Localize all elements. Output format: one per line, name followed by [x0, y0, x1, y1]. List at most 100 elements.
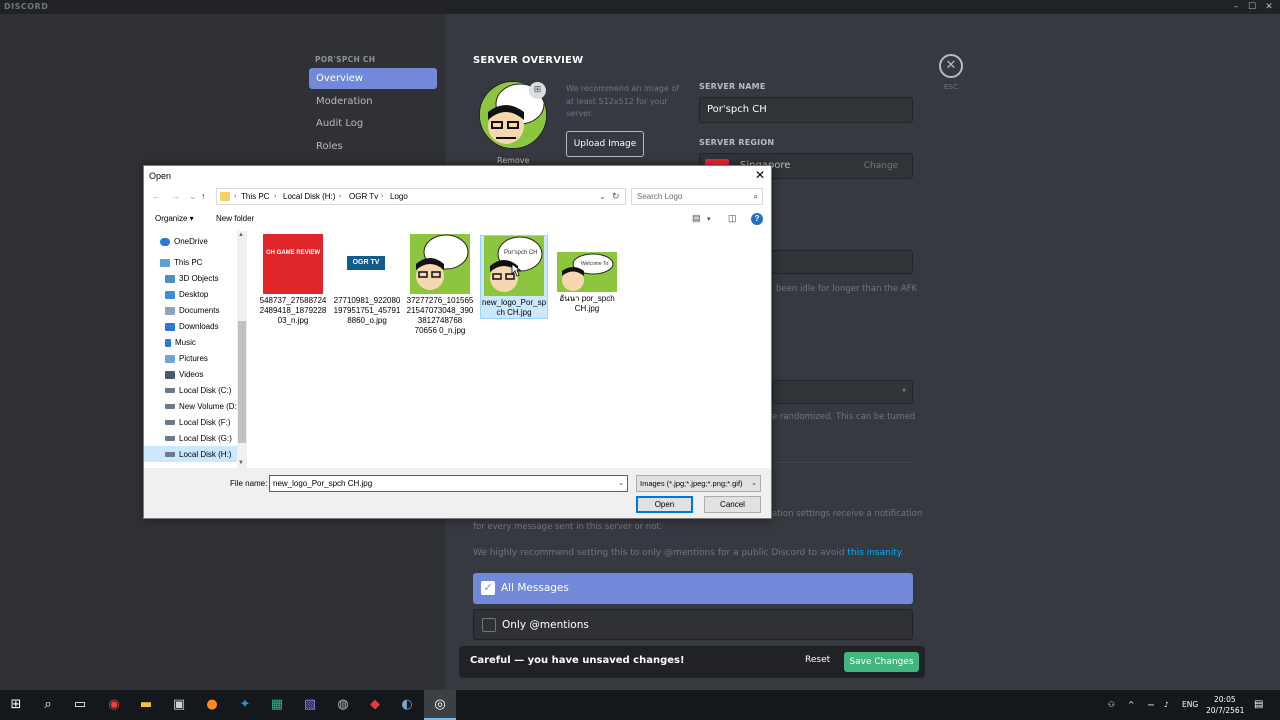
- server-name-input[interactable]: Por'spch CH: [699, 97, 913, 123]
- notification-description: ation settings receive a notification: [772, 509, 923, 519]
- file-name-label: File name:: [230, 479, 268, 488]
- file-item-selected[interactable]: Por'spch CH new_logo_Por_sp ch CH.jpg: [480, 235, 548, 319]
- nav-item-onedrive[interactable]: OneDrive: [160, 237, 208, 246]
- cancel-button[interactable]: Cancel: [704, 496, 761, 513]
- breadcrumb-this-pc[interactable]: This PC: [241, 189, 269, 204]
- back-arrow-icon[interactable]: ←: [152, 191, 161, 201]
- volume-icon[interactable]: ♪: [1164, 700, 1169, 709]
- sidebar-item-moderation[interactable]: Moderation: [309, 91, 437, 112]
- nav-scrollbar[interactable]: ▲ ▼: [237, 231, 247, 468]
- sidebar-item-audit-log[interactable]: Audit Log: [309, 113, 437, 134]
- reset-button[interactable]: Reset: [805, 655, 830, 665]
- nav-item-local-disk-c[interactable]: Local Disk (C:): [165, 386, 231, 395]
- file-thumbnail: [410, 234, 470, 294]
- dialog-close-icon[interactable]: ✕: [755, 168, 765, 182]
- breadcrumb-local-disk-h[interactable]: Local Disk (H:): [283, 189, 335, 204]
- insanity-link[interactable]: this insanity: [847, 548, 900, 558]
- chevron-down-icon[interactable]: ⌄: [599, 189, 606, 204]
- nav-item-pictures[interactable]: Pictures: [165, 354, 208, 363]
- nav-item-music[interactable]: Music: [165, 338, 196, 347]
- chevron-down-icon[interactable]: ▾: [707, 215, 711, 223]
- network-icon[interactable]: ⎓: [1148, 700, 1154, 710]
- option-only-mentions[interactable]: Only @mentions: [473, 609, 913, 640]
- close-window-button[interactable]: ✕: [1261, 0, 1277, 14]
- maximize-button[interactable]: ☐: [1244, 0, 1260, 14]
- discord-taskbar-active[interactable]: ◎: [424, 690, 456, 720]
- sidebar-item-roles[interactable]: Roles: [309, 136, 437, 157]
- breadcrumb-ogr-tv[interactable]: OGR Tv: [349, 189, 378, 204]
- clock-time[interactable]: 20:05: [1214, 695, 1236, 704]
- app-icon[interactable]: ◍: [335, 697, 351, 713]
- forward-arrow-icon[interactable]: →: [171, 191, 180, 201]
- windows-start-icon[interactable]: ⊞: [8, 697, 24, 713]
- file-item[interactable]: Welcome To อันนา por_spch CH.jpg: [553, 234, 621, 314]
- app-icon[interactable]: ◆: [367, 697, 383, 713]
- unsaved-warning: Careful — you have unsaved changes!: [470, 655, 685, 666]
- people-icon[interactable]: ⚇: [1108, 700, 1115, 709]
- mouse-cursor-icon: [511, 263, 521, 277]
- notification-icon[interactable]: ▤: [1254, 699, 1263, 710]
- file-item[interactable]: OH GAME REVIEW 548737_27588724 2489418_1…: [259, 234, 327, 326]
- breadcrumb-logo[interactable]: Logo: [390, 189, 408, 204]
- task-view-icon[interactable]: ▭: [72, 697, 88, 713]
- nav-item-local-disk-f[interactable]: Local Disk (F:): [165, 418, 231, 427]
- search-icon: ⌕: [753, 192, 758, 201]
- chevron-down-icon[interactable]: ⌄: [618, 476, 624, 491]
- firefox-icon[interactable]: ●: [204, 697, 220, 713]
- file-name: อันนา por_spch CH.jpg: [559, 294, 615, 313]
- nav-item-downloads[interactable]: Downloads: [165, 322, 219, 331]
- scroll-up-icon[interactable]: ▲: [238, 232, 244, 238]
- sidebar-item-overview[interactable]: Overview: [309, 68, 437, 89]
- chrome-icon[interactable]: ◉: [106, 697, 122, 713]
- nav-item-new-volume-d[interactable]: New Volume (D:: [165, 402, 237, 411]
- organize-menu[interactable]: Organize ▾: [155, 214, 194, 223]
- save-changes-button[interactable]: Save Changes: [844, 652, 919, 672]
- file-type-select[interactable]: Images (*.jpg;*.jpeg;*.png;*.gif) ⌄: [636, 475, 761, 492]
- scroll-down-icon[interactable]: ▼: [238, 460, 244, 466]
- notification-select[interactable]: ▾: [772, 380, 913, 404]
- language-indicator[interactable]: ENG: [1182, 700, 1198, 709]
- search-input[interactable]: Search Logo ⌕: [631, 188, 763, 205]
- recent-dropdown-icon[interactable]: ⌄: [189, 191, 197, 202]
- app-icon[interactable]: ▦: [269, 697, 285, 713]
- nav-item-3d-objects[interactable]: 3D Objects: [165, 274, 219, 283]
- scrollbar-thumb[interactable]: [238, 321, 246, 443]
- preview-pane-icon[interactable]: ◫: [728, 213, 737, 224]
- minimize-button[interactable]: –: [1228, 0, 1244, 14]
- kodi-icon[interactable]: ✦: [237, 697, 253, 713]
- clock-date[interactable]: 20/7/2561: [1206, 706, 1244, 715]
- region-change-button[interactable]: Change: [852, 156, 910, 176]
- upload-image-button[interactable]: Upload Image: [566, 131, 644, 157]
- new-folder-button[interactable]: New folder: [216, 214, 254, 223]
- steam-icon[interactable]: ◐: [399, 697, 415, 713]
- obs-icon[interactable]: ▧: [302, 697, 318, 713]
- tray-chevron-icon[interactable]: ^: [1128, 700, 1134, 709]
- open-button[interactable]: Open: [636, 496, 693, 513]
- file-explorer-icon[interactable]: ▬: [138, 697, 154, 713]
- remove-avatar-link[interactable]: Remove: [497, 156, 529, 165]
- nav-label: Local Disk (G:): [179, 434, 232, 443]
- search-icon[interactable]: ⌕: [40, 697, 56, 713]
- nav-item-local-disk-g[interactable]: Local Disk (G:): [165, 434, 232, 443]
- nav-item-local-disk-h[interactable]: Local Disk (H:): [144, 446, 237, 462]
- file-item[interactable]: 37277276_101565 21547073048_390 38127487…: [406, 234, 474, 336]
- file-name-input[interactable]: new_logo_Por_spch CH.jpg ⌄: [269, 475, 628, 492]
- refresh-icon[interactable]: ↻: [612, 191, 620, 202]
- view-options-icon[interactable]: ▤: [692, 213, 701, 224]
- cloud-icon: [160, 237, 170, 246]
- nav-label: Videos: [179, 370, 204, 379]
- nav-item-documents[interactable]: Documents: [165, 306, 219, 315]
- nav-label: Desktop: [179, 290, 209, 299]
- server-name-label: SERVER NAME: [699, 82, 766, 91]
- file-item[interactable]: OGR TV 27710981_922080 197951751_45791 8…: [333, 234, 401, 326]
- close-settings-icon[interactable]: ✕: [939, 54, 963, 78]
- nav-item-desktop[interactable]: Desktop: [165, 290, 208, 299]
- image-edit-icon[interactable]: ⊞: [529, 82, 546, 99]
- option-all-messages[interactable]: ✓ All Messages: [473, 573, 913, 604]
- store-icon[interactable]: ▣: [171, 697, 187, 713]
- up-arrow-icon[interactable]: ↑: [201, 191, 206, 201]
- address-bar[interactable]: › This PC › Local Disk (H:) › OGR Tv › L…: [216, 188, 626, 205]
- help-icon[interactable]: ?: [751, 213, 763, 225]
- nav-item-videos[interactable]: Videos: [165, 370, 203, 379]
- nav-item-this-pc[interactable]: This PC: [160, 258, 202, 267]
